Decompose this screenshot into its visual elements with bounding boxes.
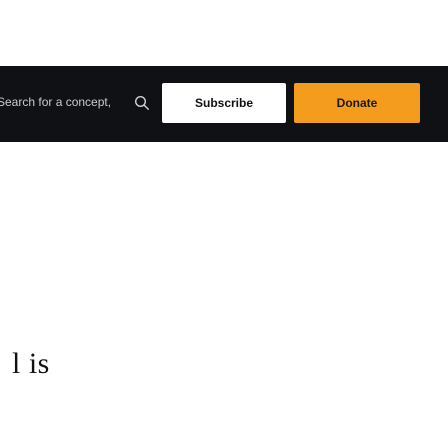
- article-text-fragment: l is: [12, 347, 50, 380]
- search-field[interactable]: [0, 87, 117, 117]
- site-header: Subscribe Donate: [0, 66, 448, 142]
- search-input[interactable]: [0, 87, 114, 117]
- page: Subscribe Donate l is: [0, 0, 448, 448]
- donate-button[interactable]: Donate: [294, 83, 420, 123]
- search-icon[interactable]: [134, 95, 150, 111]
- subscribe-button[interactable]: Subscribe: [162, 83, 286, 123]
